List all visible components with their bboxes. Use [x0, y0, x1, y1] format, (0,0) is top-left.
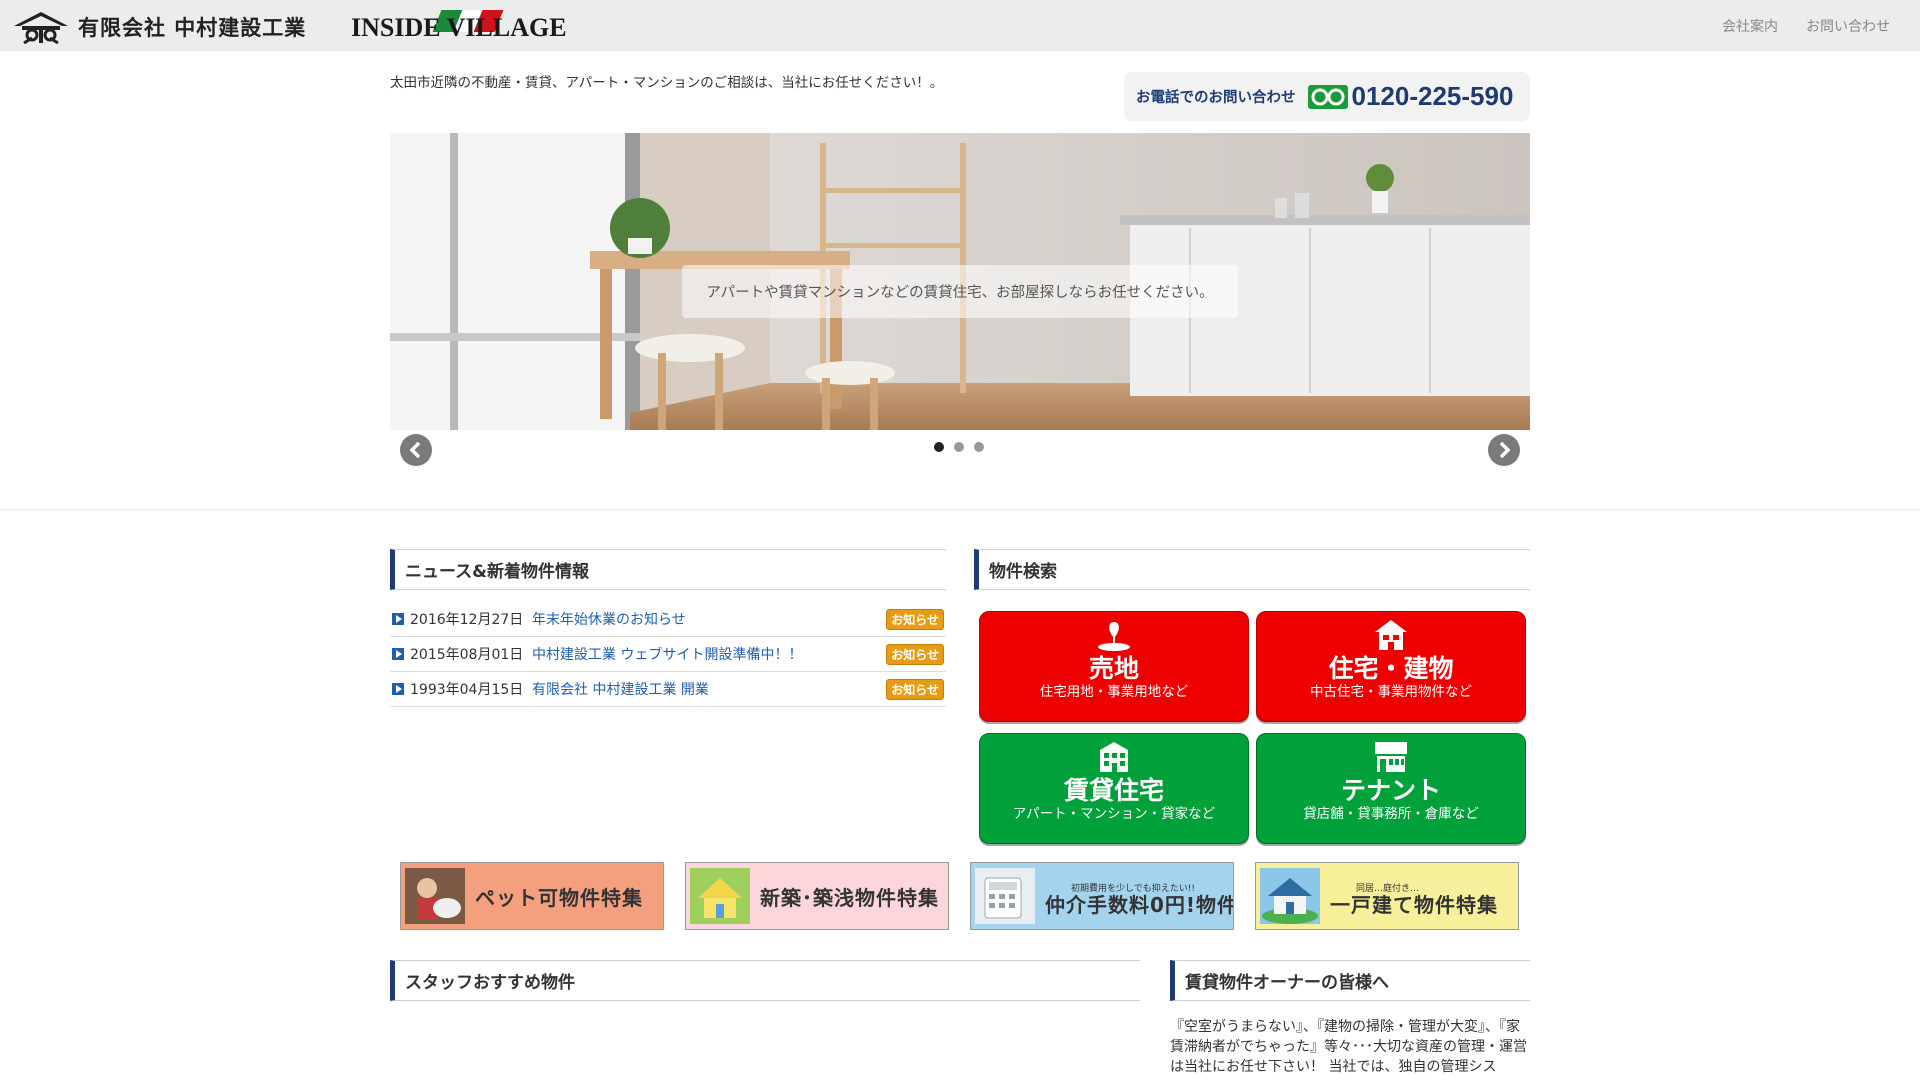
brand-logo[interactable]: 有限会社 中村建設工業 — [12, 10, 306, 44]
banner-zero-commission[interactable]: 初期費用を少しでも抑えたい!! 仲介手数料0円!物件 — [970, 862, 1234, 930]
company-crest-icon — [14, 12, 68, 44]
nav-company-info[interactable]: 会社案内 — [1722, 16, 1778, 36]
slider-dot-2[interactable] — [954, 442, 964, 452]
news-title-link[interactable]: 年末年始休業のお知らせ — [532, 609, 886, 629]
banner-pet-friendly[interactable]: ペット可物件特集 — [400, 862, 664, 930]
slider-next-button[interactable] — [1488, 434, 1520, 466]
slider-dots — [934, 442, 984, 452]
news-date: 1993年04月15日 — [410, 682, 524, 698]
brand-name[interactable]: INSIDE VILLAGE — [351, 13, 567, 43]
arrow-bullet-icon — [392, 648, 404, 660]
banner-detached-house[interactable]: 同居…庭付き… 一戸建て物件特集 — [1255, 862, 1519, 930]
search-title: 賃貸住宅 — [1063, 776, 1164, 805]
land-pin-icon — [1098, 622, 1130, 651]
phone-label: お電話でのお問い合わせ — [1136, 90, 1296, 106]
chevron-right-icon — [1499, 441, 1511, 459]
news-badge: お知らせ — [886, 643, 944, 665]
detached-house-icon — [1260, 868, 1320, 924]
company-name: 有限会社 中村建設工業 — [78, 15, 307, 40]
news-date: 2016年12月27日 — [410, 612, 524, 628]
search-land-button[interactable]: 売地 住宅用地・事業用地など — [979, 611, 1249, 722]
arrow-bullet-icon — [392, 683, 404, 695]
search-subtitle: 住宅用地・事業用地など — [1039, 684, 1189, 700]
top-nav: 会社案内 お問い合わせ — [1722, 16, 1890, 36]
top-bar: 有限会社 中村建設工業 INSIDE VILLAGE 会社案内 お問い合わせ — [0, 0, 1920, 51]
search-subtitle: アパート・マンション・貸家など — [1012, 806, 1216, 822]
news-item[interactable]: 1993年04月15日 有限会社 中村建設工業 開業 お知らせ — [390, 672, 946, 707]
free-dial-icon — [1307, 84, 1348, 109]
banner-subtext: 初期費用を少しでも抑えたい!! — [1071, 884, 1195, 894]
apartment-icon — [1100, 742, 1128, 772]
banner-subtext: 同居…庭付き… — [1356, 884, 1420, 894]
search-subtitle: 中古住宅・事業用物件など — [1310, 684, 1472, 700]
slider-dot-1[interactable] — [934, 442, 944, 452]
owner-heading: 賃貸物件オーナーの皆様へ — [1170, 960, 1530, 1001]
news-heading: ニュース&新着物件情報 — [390, 549, 946, 590]
slider-prev-button[interactable] — [400, 434, 432, 466]
search-title: 住宅・建物 — [1328, 654, 1454, 683]
arrow-bullet-icon — [392, 613, 404, 625]
news-item[interactable]: 2015年08月01日 中村建設工業 ウェブサイト開設準備中！！ お知らせ — [390, 637, 946, 672]
banner-label: ペット可物件特集 — [475, 885, 643, 910]
house-icon — [1375, 620, 1407, 650]
nav-contact[interactable]: お問い合わせ — [1806, 16, 1890, 36]
owner-message: 『空室がうまらない』、『建物の掃除・管理が大変』、『家賃滞納者がでちゃった』等々… — [1170, 1019, 1527, 1075]
chevron-left-icon — [409, 441, 421, 459]
news-badge: お知らせ — [886, 678, 944, 700]
new-house-icon — [690, 868, 750, 924]
storefront-icon — [1375, 742, 1407, 772]
banner-label: 新築･築浅物件特集 — [760, 885, 939, 910]
news-title-link[interactable]: 中村建設工業 ウェブサイト開設準備中！！ — [532, 644, 886, 664]
search-title: テナント — [1340, 776, 1441, 805]
slider-dot-3[interactable] — [974, 442, 984, 452]
news-date: 2015年08月01日 — [410, 647, 524, 663]
search-house-button[interactable]: 住宅・建物 中古住宅・事業用物件など — [1256, 611, 1526, 722]
tagline: 太田市近隣の不動産・賃貸、アパート・マンションのご相談は、当社にお任せください！… — [390, 75, 944, 91]
slide-caption: アパートや賃貸マンションなどの賃貸住宅、お部屋探しならお任せください。 — [682, 265, 1238, 318]
news-list: 2016年12月27日 年末年始休業のお知らせ お知らせ 2015年08月01日… — [390, 602, 946, 707]
news-title-link[interactable]: 有限会社 中村建設工業 開業 — [532, 679, 886, 699]
divider — [0, 509, 1920, 510]
news-item[interactable]: 2016年12月27日 年末年始休業のお知らせ お知らせ — [390, 602, 946, 637]
phone-number[interactable]: 0120-225-590 — [1352, 81, 1514, 112]
calculator-icon — [975, 868, 1035, 924]
staff-picks-heading: スタッフおすすめ物件 — [390, 960, 1140, 1001]
search-heading: 物件検索 — [974, 549, 1530, 590]
search-rental-button[interactable]: 賃貸住宅 アパート・マンション・貸家など — [979, 733, 1249, 844]
pet-photo-icon — [405, 868, 465, 924]
news-badge: お知らせ — [886, 608, 944, 630]
search-subtitle: 貸店舗・貸事務所・倉庫など — [1303, 806, 1479, 822]
search-tenant-button[interactable]: テナント 貸店舗・貸事務所・倉庫など — [1256, 733, 1526, 844]
phone-contact-box[interactable]: お電話でのお問い合わせ 0120-225-590 — [1124, 72, 1530, 121]
banner-new-built[interactable]: 新築･築浅物件特集 — [685, 862, 949, 930]
search-title: 売地 — [1088, 654, 1139, 683]
